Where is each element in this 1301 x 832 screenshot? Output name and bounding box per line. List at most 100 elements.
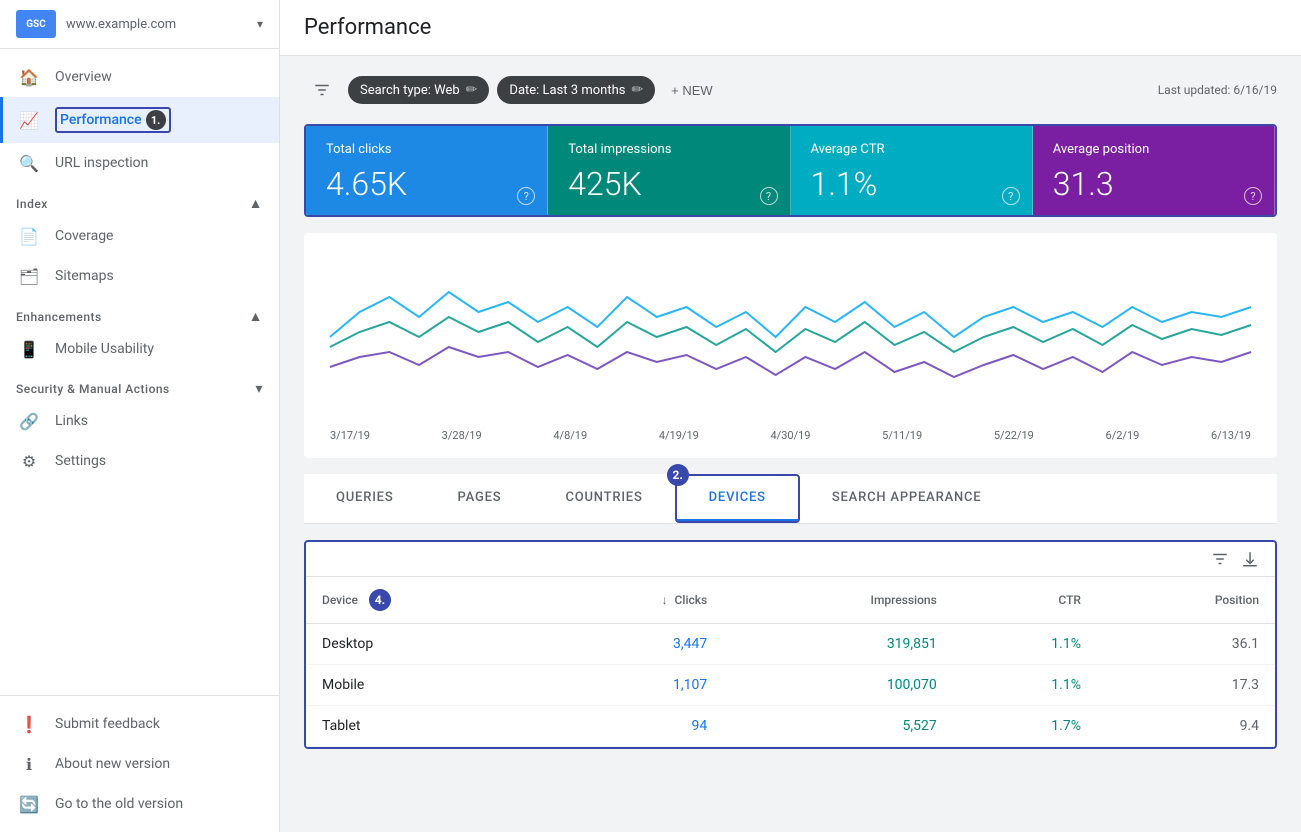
index-section: Index ▲ [0, 183, 279, 216]
search-icon: 🔍 [19, 153, 39, 173]
new-button[interactable]: + NEW [663, 77, 721, 104]
col-device: Device 4. [306, 577, 542, 624]
col-impressions[interactable]: Impressions [723, 577, 953, 624]
table-filter-button[interactable] [1211, 550, 1229, 568]
new-button-label: + NEW [671, 83, 713, 98]
help-icon[interactable]: ? [760, 187, 778, 205]
tabs-container: QUERIES PAGES COUNTRIES 2. DEVICES SEARC… [304, 474, 1277, 524]
info-icon: ℹ [19, 754, 39, 774]
feedback-icon: ❗ [19, 714, 39, 734]
cell-clicks[interactable]: 94 [542, 706, 723, 747]
metric-cards: Total clicks 4.65K ? Total impressions 4… [304, 124, 1277, 217]
sidebar-item-performance[interactable]: 📈 Performance 1. [0, 97, 279, 143]
home-icon: 🏠 [19, 67, 39, 87]
chart-area: 3/17/19 3/28/19 4/8/19 4/19/19 4/30/19 5… [304, 233, 1277, 458]
sidebar-item-label: URL inspection [55, 155, 148, 171]
sidebar-nav: 🏠 Overview 📈 Performance 1. 🔍 URL inspec… [0, 49, 279, 695]
sidebar-item-label: Go to the old version [55, 796, 183, 812]
metric-card-position[interactable]: Average position 31.3 ? [1033, 126, 1275, 215]
switch-icon: 🔄 [19, 794, 39, 814]
chart-date: 6/13/19 [1211, 429, 1251, 442]
metric-value: 4.65K [326, 165, 527, 203]
tab-pages[interactable]: PAGES [426, 476, 534, 521]
site-chevron-icon[interactable]: ▾ [257, 17, 263, 31]
chart-date: 4/30/19 [771, 429, 811, 442]
table-row: Mobile 1,107 100,070 1.1% 17.3 [306, 665, 1275, 706]
page-title: Performance [304, 15, 431, 40]
tab-devices-wrapper: 2. DEVICES [675, 474, 800, 523]
cell-ctr[interactable]: 1.1% [953, 624, 1097, 665]
date-chip[interactable]: Date: Last 3 months ✏ [497, 76, 655, 104]
sidebar-item-links[interactable]: 🔗 Links [0, 401, 279, 441]
enhancements-section-label: Enhancements [16, 310, 102, 324]
sidebar-item-coverage[interactable]: 📄 Coverage [0, 216, 279, 256]
cell-device: Tablet [306, 706, 542, 747]
chart-dates: 3/17/19 3/28/19 4/8/19 4/19/19 4/30/19 5… [320, 429, 1261, 442]
tab-countries[interactable]: COUNTRIES [533, 476, 674, 521]
main-body: Search type: Web ✏ Date: Last 3 months ✏… [280, 56, 1301, 832]
toolbar: Search type: Web ✏ Date: Last 3 months ✏… [304, 72, 1277, 108]
sidebar-item-settings[interactable]: ⚙ Settings [0, 441, 279, 481]
data-table-toolbar [306, 542, 1275, 577]
cell-impressions[interactable]: 319,851 [723, 624, 953, 665]
enhancements-chevron-icon[interactable]: ▲ [249, 308, 263, 325]
cell-device: Mobile [306, 665, 542, 706]
sort-arrow-icon: ↓ [662, 593, 668, 607]
sidebar-item-overview[interactable]: 🏠 Overview [0, 57, 279, 97]
filter-button[interactable] [304, 72, 340, 108]
tab-queries[interactable]: QUERIES [304, 476, 426, 521]
site-name: www.example.com [66, 17, 253, 32]
search-type-chip[interactable]: Search type: Web ✏ [348, 76, 489, 104]
tab-search-appearance[interactable]: SEARCH APPEARANCE [800, 476, 1014, 521]
sidebar-item-label: Sitemaps [55, 268, 114, 284]
sidebar-item-submit-feedback[interactable]: ❗ Submit feedback [0, 704, 279, 744]
sidebar-item-old-version[interactable]: 🔄 Go to the old version [0, 784, 279, 824]
sidebar-bottom: ❗ Submit feedback ℹ About new version 🔄 … [0, 695, 279, 832]
date-label: Date: Last 3 months [509, 83, 625, 98]
metric-card-impressions[interactable]: Total impressions 425K ? [548, 126, 790, 215]
table-download-button[interactable] [1241, 550, 1259, 568]
col-clicks[interactable]: ↓ Clicks [542, 577, 723, 624]
table-header-row: Device 4. ↓ Clicks Impressions CTR Posit… [306, 577, 1275, 624]
index-section-label: Index [16, 197, 48, 211]
links-icon: 🔗 [19, 411, 39, 431]
badge-1: 1. [146, 110, 166, 130]
sidebar-item-label: Settings [55, 453, 106, 469]
chart-date: 4/19/19 [659, 429, 699, 442]
tab-devices[interactable]: DEVICES [677, 476, 798, 521]
sidebar-item-label: Overview [55, 69, 112, 85]
sidebar: GSC www.example.com ▾ 🏠 Overview 📈 Perfo… [0, 0, 280, 832]
cell-clicks[interactable]: 1,107 [542, 665, 723, 706]
index-chevron-icon[interactable]: ▲ [249, 195, 263, 212]
sidebar-item-mobile-usability[interactable]: 📱 Mobile Usability [0, 329, 279, 369]
sidebar-item-sitemaps[interactable]: 🗂 Sitemaps [0, 256, 279, 296]
cell-device: Desktop [306, 624, 542, 665]
metric-card-ctr[interactable]: Average CTR 1.1% ? [791, 126, 1033, 215]
help-icon[interactable]: ? [1002, 187, 1020, 205]
sidebar-item-label: Mobile Usability [55, 341, 154, 357]
chart-date: 5/11/19 [882, 429, 922, 442]
sidebar-item-about-new-version[interactable]: ℹ About new version [0, 744, 279, 784]
cell-ctr[interactable]: 1.1% [953, 665, 1097, 706]
last-updated: Last updated: 6/16/19 [1158, 83, 1277, 97]
cell-impressions[interactable]: 100,070 [723, 665, 953, 706]
col-ctr[interactable]: CTR [953, 577, 1097, 624]
edit-search-type-icon: ✏ [466, 82, 478, 98]
settings-icon: ⚙ [19, 451, 39, 471]
cell-clicks[interactable]: 3,447 [542, 624, 723, 665]
help-icon[interactable]: ? [517, 187, 535, 205]
chart-date: 4/8/19 [553, 429, 587, 442]
cell-ctr[interactable]: 1.7% [953, 706, 1097, 747]
metric-card-clicks[interactable]: Total clicks 4.65K ? [306, 126, 548, 215]
coverage-icon: 📄 [19, 226, 39, 246]
col-position[interactable]: Position [1097, 577, 1275, 624]
sitemaps-icon: 🗂 [19, 266, 39, 286]
cell-impressions[interactable]: 5,527 [723, 706, 953, 747]
chart-date: 3/28/19 [442, 429, 482, 442]
security-chevron-icon[interactable]: ▾ [255, 381, 263, 397]
sidebar-item-url-inspection[interactable]: 🔍 URL inspection [0, 143, 279, 183]
sidebar-item-label: Performance [60, 112, 142, 128]
search-type-label: Search type: Web [360, 83, 460, 98]
metric-label: Total clicks [326, 142, 527, 157]
help-icon[interactable]: ? [1244, 187, 1262, 205]
